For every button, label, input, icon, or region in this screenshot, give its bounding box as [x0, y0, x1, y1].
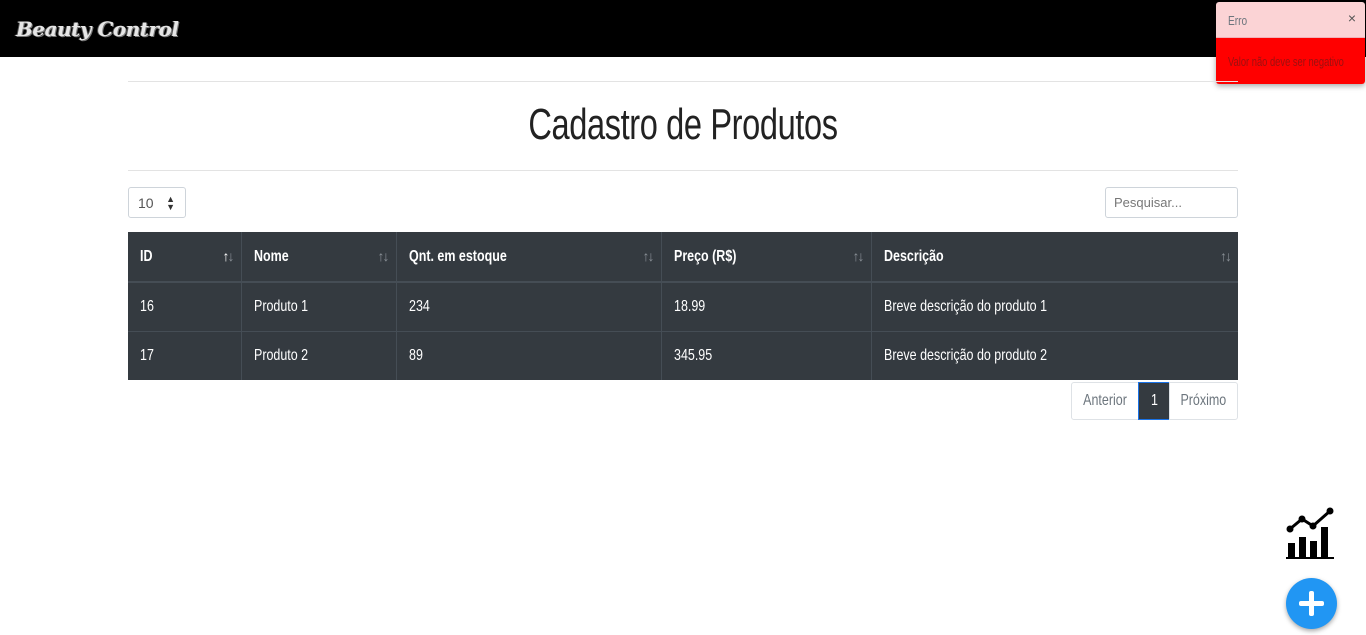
sort-icon: ↑↓ [1220, 248, 1232, 264]
products-table: ID ↑↓ Nome ↑↓ Qnt. em estoque ↑↓ Preço (R$)… [128, 232, 1238, 380]
pagination-previous[interactable]: Anterior [1071, 382, 1139, 420]
cell-descricao: Breve descrição do produto 1 [870, 281, 1238, 331]
column-header-id[interactable]: ID ↑↓ [128, 232, 241, 283]
cell-nome: Produto 1 [240, 281, 396, 331]
toast-title: Erro [1228, 13, 1248, 28]
divider-bottom [128, 170, 1238, 171]
sort-icon: ↑↓ [852, 248, 865, 264]
chart-line-icon[interactable] [1285, 507, 1337, 559]
select-arrows-icon: ▲ ▼ [166, 194, 175, 212]
search-input[interactable] [1105, 187, 1238, 218]
pagination-page-1[interactable]: 1 [1138, 382, 1170, 420]
sort-icon: ↑↓ [377, 248, 390, 264]
toast-body: Valor não deve ser negativo [1216, 38, 1365, 84]
column-header-descricao[interactable]: Descrição ↑↓ [870, 232, 1238, 283]
cell-preco: 345.95 [660, 330, 871, 380]
page-length-select[interactable]: 10 ▲ ▼ [128, 187, 186, 218]
page-title: Cadastro de Produtos [528, 100, 838, 149]
column-header-estoque[interactable]: Qnt. em estoque ↑↓ [395, 232, 661, 283]
cell-id: 17 [128, 330, 241, 380]
top-navbar: Beauty Control [0, 0, 1366, 57]
brand-logo[interactable]: Beauty Control [16, 13, 179, 45]
cell-descricao: Breve descrição do produto 2 [870, 330, 1238, 380]
toast-header: Erro × [1216, 2, 1365, 38]
error-toast: Erro × Valor não deve ser negativo [1216, 2, 1365, 84]
divider-top [128, 81, 1238, 82]
close-icon[interactable]: × [1348, 10, 1356, 26]
cell-estoque: 234 [395, 281, 661, 331]
sort-icon: ↑↓ [642, 248, 655, 264]
cell-id: 16 [128, 281, 241, 331]
column-header-nome[interactable]: Nome ↑↓ [240, 232, 396, 283]
pagination-next[interactable]: Próximo [1169, 382, 1238, 420]
sort-icon: ↑↓ [222, 248, 235, 264]
page-length-value: 10 [138, 195, 154, 211]
column-header-preco[interactable]: Preço (R$) ↑↓ [660, 232, 871, 283]
toast-message: Valor não deve ser negativo [1228, 54, 1344, 69]
add-button[interactable] [1286, 578, 1337, 629]
table-row[interactable]: 16 Produto 1 234 18.99 Breve descrição d… [128, 281, 1238, 331]
cell-preco: 18.99 [660, 281, 871, 331]
cell-estoque: 89 [395, 330, 661, 380]
table-header-row: ID ↑↓ Nome ↑↓ Qnt. em estoque ↑↓ Preço (R$)… [128, 232, 1238, 283]
cell-nome: Produto 2 [240, 330, 396, 380]
brand-text: Beauty Control [16, 17, 179, 41]
table-row[interactable]: 17 Produto 2 89 345.95 Breve descrição d… [128, 330, 1238, 380]
